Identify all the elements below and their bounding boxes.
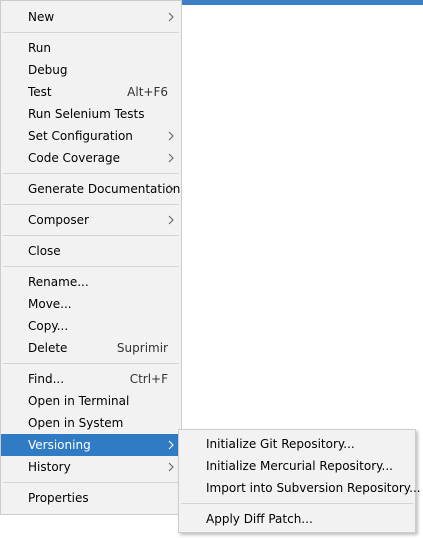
menu-item-delete[interactable]: Delete Suprimir: [1, 337, 181, 359]
menu-item-close[interactable]: Close: [1, 240, 181, 262]
menu-item-label: Run Selenium Tests: [28, 107, 145, 121]
menu-item-debug[interactable]: Debug: [1, 59, 181, 81]
submenu-item-initialize-mercurial-repository[interactable]: Initialize Mercurial Repository...: [179, 455, 415, 477]
menu-separator: [3, 363, 179, 364]
menu-item-label: Close: [28, 244, 61, 258]
menu-separator: [3, 204, 179, 205]
menu-item-label: Debug: [28, 63, 68, 77]
versioning-submenu: Initialize Git Repository... Initialize …: [178, 429, 421, 533]
menu-item-label: Rename...: [28, 275, 89, 289]
menu-separator: [3, 266, 179, 267]
menu-item-properties[interactable]: Properties: [1, 487, 181, 509]
menu-item-copy[interactable]: Copy...: [1, 315, 181, 337]
shortcut-label: Alt+F6: [127, 85, 168, 99]
menu-item-label: Import into Subversion Repository...: [206, 481, 421, 495]
menu-item-run[interactable]: Run: [1, 37, 181, 59]
menu-separator: [3, 235, 179, 236]
submenu-item-import-into-subversion-repository[interactable]: Import into Subversion Repository...: [179, 477, 421, 499]
menu-item-label: Initialize Git Repository...: [206, 437, 355, 451]
menu-item-label: Run: [28, 41, 52, 55]
menu-item-label: New: [28, 10, 55, 24]
menu-item-label: Test: [28, 85, 52, 99]
chevron-right-icon: [166, 440, 176, 450]
menu-item-generate-documentation[interactable]: Generate Documentation: [1, 178, 181, 200]
menu-item-label: Properties: [28, 491, 89, 505]
chevron-right-icon: [166, 12, 176, 22]
context-menu: New Run Debug Test Alt+F6 Run Selenium T…: [0, 0, 182, 515]
menu-item-label: History: [28, 460, 71, 474]
chevron-right-icon: [166, 184, 176, 194]
menu-item-label: Move...: [28, 297, 72, 311]
menu-item-find[interactable]: Find... Ctrl+F: [1, 368, 181, 390]
shortcut-label: Suprimir: [116, 341, 168, 355]
menu-item-label: Open in System: [28, 416, 124, 430]
menu-item-run-selenium-tests[interactable]: Run Selenium Tests: [1, 103, 181, 125]
menu-item-new[interactable]: New: [1, 6, 181, 28]
menu-item-label: Delete: [28, 341, 68, 355]
chevron-right-icon: [166, 462, 176, 472]
shortcut-label: Ctrl+F: [129, 372, 168, 386]
menu-item-move[interactable]: Move...: [1, 293, 181, 315]
menu-item-label: Open in Terminal: [28, 394, 130, 408]
menu-item-label: Find...: [28, 372, 65, 386]
menu-item-open-in-system[interactable]: Open in System: [1, 412, 181, 434]
menu-item-code-coverage[interactable]: Code Coverage: [1, 147, 181, 169]
menu-separator: [3, 482, 179, 483]
menu-item-label: Initialize Mercurial Repository...: [206, 459, 393, 473]
menu-item-open-in-terminal[interactable]: Open in Terminal: [1, 390, 181, 412]
menu-item-history[interactable]: History: [1, 456, 181, 478]
menu-separator: [181, 503, 413, 504]
submenu-item-initialize-git-repository[interactable]: Initialize Git Repository...: [179, 433, 415, 455]
menu-item-set-configuration[interactable]: Set Configuration: [1, 125, 181, 147]
menu-item-test[interactable]: Test Alt+F6: [1, 81, 181, 103]
menu-item-label: Set Configuration: [28, 129, 133, 143]
menu-item-label: Composer: [28, 213, 89, 227]
submenu-item-apply-diff-patch[interactable]: Apply Diff Patch...: [179, 508, 415, 530]
menu-item-composer[interactable]: Composer: [1, 209, 181, 231]
chevron-right-icon: [166, 153, 176, 163]
menu-item-label: Generate Documentation: [28, 182, 181, 196]
menu-item-label: Apply Diff Patch...: [206, 512, 313, 526]
menu-item-label: Copy...: [28, 319, 69, 333]
chevron-right-icon: [166, 131, 176, 141]
chevron-right-icon: [166, 215, 176, 225]
menu-item-label: Code Coverage: [28, 151, 121, 165]
menu-item-versioning[interactable]: Versioning: [1, 434, 181, 456]
menu-separator: [3, 32, 179, 33]
menu-separator: [3, 173, 179, 174]
menu-item-label: Versioning: [28, 438, 91, 452]
menu-item-rename[interactable]: Rename...: [1, 271, 181, 293]
